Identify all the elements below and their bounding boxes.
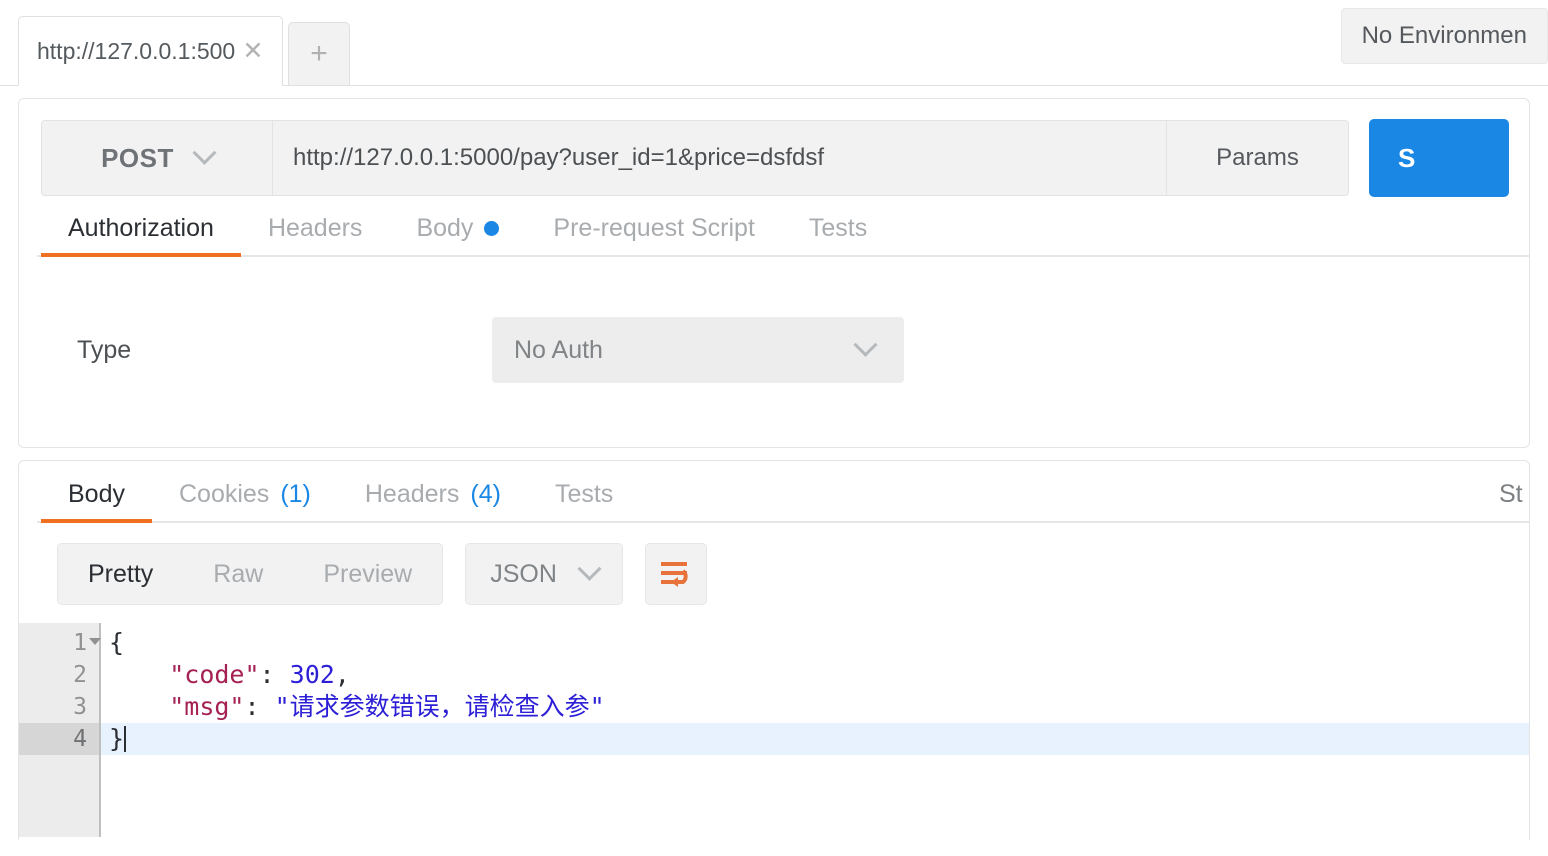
url-bar: POST http://127.0.0.1:5000/pay?user_id=1… (19, 99, 1529, 197)
plus-icon: + (310, 37, 328, 70)
environment-label: No Environmen (1361, 22, 1527, 49)
new-tab-button[interactable]: + (288, 22, 350, 86)
chevron-down-icon (192, 140, 217, 165)
request-panel: POST http://127.0.0.1:5000/pay?user_id=1… (18, 98, 1530, 448)
tab-label: Cookies (178, 480, 270, 508)
params-label: Params (1216, 144, 1299, 171)
close-icon[interactable]: ✕ (238, 36, 268, 66)
code-token-punc: : (259, 660, 290, 689)
view-mode-pretty[interactable]: Pretty (58, 544, 183, 604)
line-number: 2 (73, 662, 87, 688)
response-tab-tests[interactable]: Tests (528, 480, 640, 523)
code-token-punc (109, 692, 169, 721)
code-token-num: 302 (289, 660, 335, 689)
line-number: 4 (19, 723, 99, 755)
code-token-punc (109, 660, 169, 689)
request-tab-row: Authorization Headers Body Pre-request Scri… (19, 195, 1529, 257)
send-button[interactable]: S (1369, 119, 1509, 197)
url-text: http://127.0.0.1:5000/pay?user_id=1&pric… (293, 144, 825, 171)
tab-label: Tests (808, 214, 868, 242)
authorization-section: Type No Auth (19, 257, 1529, 383)
request-tab-label: http://127.0.0.1:500 (37, 37, 236, 64)
auth-type-value: No Auth (514, 335, 603, 364)
line-number: 1 (19, 627, 101, 659)
fold-toggle-icon[interactable] (89, 638, 101, 645)
url-input[interactable]: http://127.0.0.1:5000/pay?user_id=1&pric… (273, 120, 1167, 196)
word-wrap-button[interactable] (644, 543, 707, 605)
tab-label: Authorization (68, 214, 214, 242)
text-caret (124, 726, 127, 752)
chevron-down-icon (577, 556, 602, 581)
response-tab-cookies[interactable]: Cookies (1) (152, 480, 338, 523)
tab-count: (4) (470, 480, 501, 508)
code-token-punc: } (109, 724, 125, 753)
request-tab-tests[interactable]: Tests (782, 214, 894, 257)
code-token-punc: : (244, 692, 275, 721)
unsaved-dot-icon (484, 221, 500, 236)
auth-type-select[interactable]: No Auth (492, 317, 904, 383)
tab-label: Headers (364, 480, 460, 508)
tab-label: Body (416, 214, 474, 242)
response-panel: Body Cookies (1) Headers (4) Tests St Pretty Ra… (18, 460, 1530, 840)
code-token-key: "code" (169, 660, 260, 689)
request-tab-body[interactable]: Body (389, 214, 526, 257)
request-tab[interactable]: http://127.0.0.1:500 ✕ (18, 16, 283, 86)
tab-label: Headers (267, 214, 363, 242)
code-line: { (101, 627, 1529, 659)
environment-select[interactable]: No Environmen (1340, 8, 1548, 64)
response-body-editor[interactable]: 1 2 3 4 { "code": 302, "msg": "请求参数错误，请检查入参… (19, 623, 1529, 837)
method-label: POST (101, 142, 174, 173)
tab-label: Body (68, 480, 125, 508)
response-toolbar: Pretty Raw Preview JSON (19, 523, 1529, 605)
response-tab-body[interactable]: Body (41, 480, 152, 523)
status-label: St (1499, 480, 1523, 508)
tab-count: (1) (280, 480, 311, 508)
format-label: JSON (490, 559, 557, 588)
editor-gutter: 1 2 3 4 (19, 623, 101, 837)
method-select[interactable]: POST (41, 120, 273, 196)
code-token-punc: , (334, 660, 350, 689)
view-mode-raw[interactable]: Raw (183, 544, 293, 604)
word-wrap-icon (660, 562, 688, 587)
code-token-key: "msg" (169, 692, 245, 721)
params-button[interactable]: Params (1167, 120, 1349, 196)
format-select[interactable]: JSON (465, 543, 623, 605)
code-line: "code": 302, (101, 659, 1529, 691)
code-line: } (101, 723, 1529, 755)
view-mode-group: Pretty Raw Preview (57, 543, 444, 605)
environment-selector-wrap: No Environmen (1340, 8, 1548, 64)
line-number: 3 (73, 694, 87, 720)
code-token-punc: { (109, 628, 125, 657)
editor-code[interactable]: { "code": 302, "msg": "请求参数错误，请检查入参"} (101, 623, 1529, 837)
request-tab-headers[interactable]: Headers (241, 214, 390, 257)
chevron-down-icon (853, 332, 878, 357)
auth-type-label: Type (77, 335, 132, 364)
code-line: "msg": "请求参数错误，请检查入参" (101, 691, 1529, 723)
response-tab-headers[interactable]: Headers (4) (338, 480, 528, 523)
tab-label: Pre-request Script (553, 214, 755, 242)
tab-strip: http://127.0.0.1:500 ✕ + No Environmen (0, 0, 1548, 86)
request-tab-pre-request-script[interactable]: Pre-request Script (526, 214, 781, 257)
request-tab-authorization[interactable]: Authorization (41, 214, 241, 257)
view-mode-preview[interactable]: Preview (293, 544, 442, 604)
tab-label: Tests (554, 480, 614, 508)
send-label: S (1398, 142, 1416, 173)
code-token-str: "请求参数错误，请检查入参" (274, 692, 605, 721)
response-tab-row: Body Cookies (1) Headers (4) Tests St (19, 461, 1529, 523)
